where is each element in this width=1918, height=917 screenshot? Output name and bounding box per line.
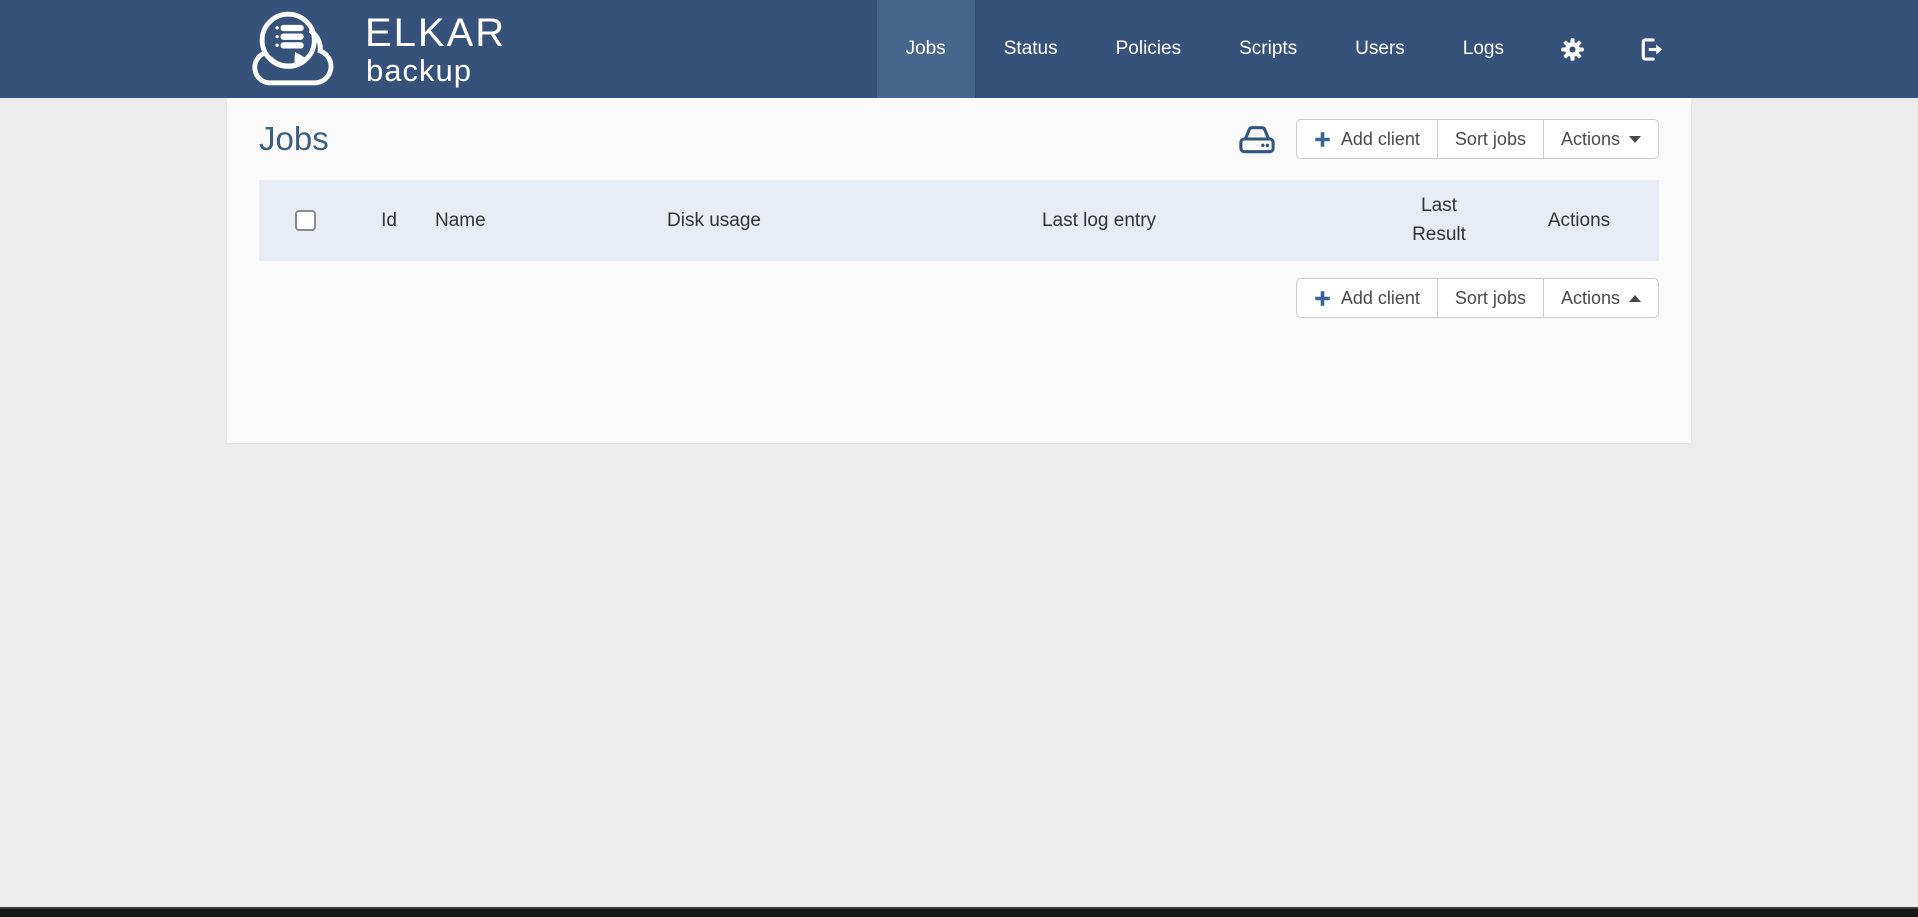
sort-jobs-label: Sort jobs	[1454, 128, 1526, 149]
plus-icon	[1314, 131, 1331, 148]
elkarbackup-logo[interactable]: ELKAR backup	[227, 4, 506, 94]
nav-item-policies[interactable]: Policies	[1087, 0, 1210, 98]
jobs-table: Id Name Disk usage Last log entry Last R…	[259, 180, 1659, 261]
nav-item-logs[interactable]: Logs	[1434, 0, 1533, 98]
bottom-dark-bar	[0, 907, 1918, 917]
cloud-backup-logo-icon	[237, 4, 353, 94]
add-client-label: Add client	[1340, 287, 1420, 308]
jobs-panel: Jobs Add client Sort jobs Actions Id Nam…	[227, 98, 1691, 443]
caret-up-icon	[1629, 294, 1641, 302]
gear-icon	[1559, 36, 1586, 63]
nav-item-users[interactable]: Users	[1326, 0, 1434, 98]
actions-dropdown-button-top[interactable]: Actions	[1542, 119, 1659, 159]
table-header-disk-usage: Disk usage	[667, 209, 761, 231]
sort-jobs-button-bottom[interactable]: Sort jobs	[1436, 278, 1544, 318]
jobs-table-header-row: Id Name Disk usage Last log entry Last R…	[259, 180, 1659, 261]
jobs-toolbar-top: Add client Sort jobs Actions	[1295, 119, 1659, 159]
jobs-toolbar-bottom: Add client Sort jobs Actions	[1295, 278, 1659, 318]
plus-icon	[1314, 290, 1331, 307]
table-header-name: Name	[435, 209, 486, 231]
brand-title: ELKAR	[365, 10, 507, 55]
page-title: Jobs	[259, 120, 329, 157]
select-all-checkbox[interactable]	[294, 210, 316, 231]
nav-item-status[interactable]: Status	[975, 0, 1087, 98]
sort-jobs-label: Sort jobs	[1454, 287, 1526, 308]
hard-drive-icon[interactable]	[1236, 121, 1278, 157]
settings-button[interactable]	[1533, 0, 1612, 98]
caret-down-icon	[1629, 135, 1641, 143]
add-client-label: Add client	[1340, 128, 1420, 149]
actions-label: Actions	[1560, 128, 1620, 149]
sort-jobs-button-top[interactable]: Sort jobs	[1436, 119, 1544, 159]
add-client-button-bottom[interactable]: Add client	[1295, 278, 1438, 318]
nav-item-scripts[interactable]: Scripts	[1210, 0, 1326, 98]
logout-button[interactable]	[1612, 0, 1691, 98]
actions-label: Actions	[1560, 287, 1620, 308]
sign-out-icon	[1638, 36, 1665, 63]
top-navbar: ELKAR backup Jobs Status Policies Script…	[0, 0, 1918, 98]
brand-text: ELKAR backup	[365, 13, 506, 86]
table-header-last-log-entry: Last log entry	[1041, 209, 1157, 231]
add-client-button-top[interactable]: Add client	[1295, 119, 1438, 159]
table-header-actions: Actions	[1547, 209, 1611, 231]
actions-dropdown-button-bottom[interactable]: Actions	[1542, 278, 1659, 318]
table-header-id: Id	[381, 209, 397, 231]
main-nav: Jobs Status Policies Scripts Users Logs	[876, 0, 1691, 98]
table-header-last-result: Last Result	[1412, 195, 1466, 245]
table-header-select	[259, 206, 351, 235]
nav-item-jobs[interactable]: Jobs	[876, 0, 975, 98]
brand-subtitle: backup	[366, 52, 472, 88]
